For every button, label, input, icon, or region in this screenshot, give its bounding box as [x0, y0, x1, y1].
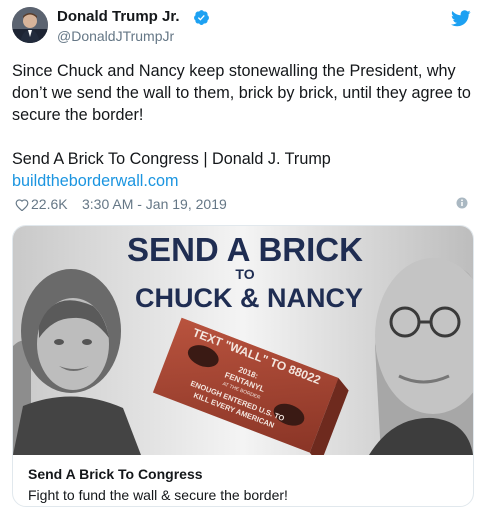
tweet-embed: Donald Trump Jr. @DonaldJTrumpJr Since C… — [0, 0, 486, 511]
card-description: Fight to fund the wall & secure the bord… — [28, 487, 288, 503]
heart-icon[interactable] — [15, 198, 29, 211]
headline-line2: CHUCK & NANCY — [135, 283, 363, 313]
like-count[interactable]: 22.6K — [31, 196, 68, 212]
link-title: Send A Brick To Congress | Donald J. Tru… — [12, 150, 331, 168]
twitter-bird-icon[interactable] — [451, 10, 471, 27]
author-name[interactable]: Donald Trump Jr. — [57, 8, 180, 25]
card-image[interactable]: SEND A BRICK TO CHUCK & NANCY TEXT "WALL… — [13, 226, 473, 455]
author-handle[interactable]: @DonaldJTrumpJr — [57, 28, 174, 44]
link-url[interactable]: buildtheborderwall.com — [12, 170, 178, 192]
info-icon[interactable] — [456, 197, 468, 209]
timestamp[interactable]: 3:30 AM - Jan 19, 2019 — [82, 196, 227, 212]
headline-to: TO — [235, 266, 254, 282]
verified-badge-icon — [194, 10, 209, 25]
link-card[interactable]: SEND A BRICK TO CHUCK & NANCY TEXT "WALL… — [12, 225, 474, 507]
card-title[interactable]: Send A Brick To Congress — [28, 466, 203, 482]
tweet-text: Since Chuck and Nancy keep stonewalling … — [12, 62, 471, 124]
headline-line1: SEND A BRICK — [127, 231, 363, 268]
avatar[interactable] — [12, 7, 48, 43]
